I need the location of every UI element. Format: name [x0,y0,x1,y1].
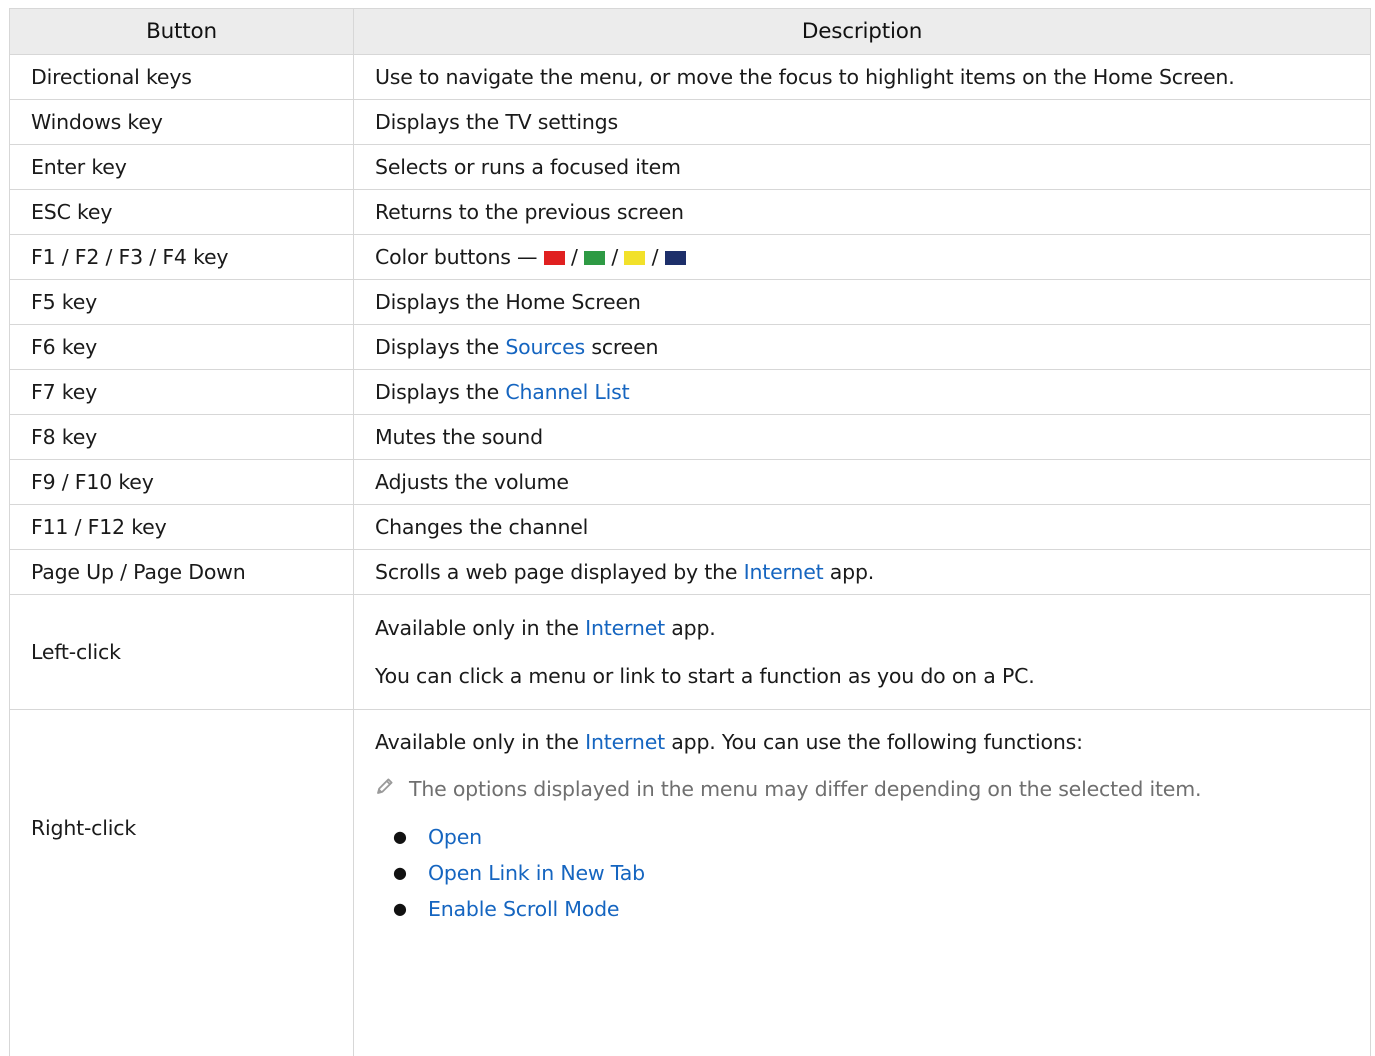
column-header-description: Description [354,9,1371,55]
description-cell: Changes the channel [354,505,1371,550]
table-row: F5 key Displays the Home Screen [10,280,1371,325]
internet-link[interactable]: Internet [744,560,824,584]
description-text: Available only in the [375,616,585,640]
bullet-icon: ● [375,855,428,891]
key-cell: F1 / F2 / F3 / F4 key [10,235,354,280]
description-cell: Color buttons — / / / [354,235,1371,280]
description-paragraph: Available only in the Internet app. You … [375,730,1370,754]
table-row: F6 key Displays the Sources screen [10,325,1371,370]
key-cell: F9 / F10 key [10,460,354,505]
channel-list-link[interactable]: Channel List [505,380,629,404]
note: The options displayed in the menu may di… [375,776,1370,801]
description-text: Scrolls a web page displayed by the [375,560,744,584]
description-paragraph: Available only in the Internet app. [375,616,1370,640]
table-row: Windows key Displays the TV settings [10,100,1371,145]
description-cell: Available only in the Internet app. You … [354,595,1371,710]
description-cell: Displays the Channel List [354,370,1371,415]
bullet-icon: ● [375,819,428,855]
color-buttons-label: Color buttons — [375,245,544,269]
list-item: ●Enable Scroll Mode [375,891,1370,927]
separator: / [565,245,584,269]
enable-scroll-mode-link[interactable]: Enable Scroll Mode [428,891,619,927]
table-row: Left-click Available only in the Interne… [10,595,1371,710]
key-cell: ESC key [10,190,354,235]
internet-link[interactable]: Internet [585,730,665,754]
yellow-swatch-icon [624,251,645,265]
separator: / [645,245,664,269]
key-cell: Left-click [10,595,354,710]
description-cell: Selects or runs a focused item [354,145,1371,190]
internet-link[interactable]: Internet [585,616,665,640]
table-row: ESC key Returns to the previous screen [10,190,1371,235]
description-text: app. [665,616,716,640]
key-cell: Right-click [10,710,354,1056]
red-swatch-icon [544,251,565,265]
open-link[interactable]: Open [428,819,482,855]
key-cell: F5 key [10,280,354,325]
key-cell: F11 / F12 key [10,505,354,550]
key-cell: Directional keys [10,55,354,100]
table-row: F8 key Mutes the sound [10,415,1371,460]
table-row: Page Up / Page Down Scrolls a web page d… [10,550,1371,595]
description-cell: Displays the Home Screen [354,280,1371,325]
table-row: Enter key Selects or runs a focused item [10,145,1371,190]
list-item: ●Open [375,819,1370,855]
description-text: Displays the [375,335,505,359]
description-text: app. [823,560,874,584]
table-row: F11 / F12 key Changes the channel [10,505,1371,550]
table-row: Directional keys Use to navigate the men… [10,55,1371,100]
description-text: Displays the [375,380,505,404]
description-cell: Displays the Sources screen [354,325,1371,370]
description-cell: Returns to the previous screen [354,190,1371,235]
description-text: app. You can use the following functions… [665,730,1083,754]
pencil-icon [375,776,409,801]
separator: / [605,245,624,269]
description-cell: Adjusts the volume [354,460,1371,505]
description-text: Available only in the [375,730,585,754]
description-cell: Available only in the Internet app. You … [354,710,1371,1056]
keyboard-function-table: Button Description Directional keys Use … [9,8,1371,1056]
list-item: ●Open Link in New Tab [375,855,1370,891]
key-cell: F7 key [10,370,354,415]
sources-link[interactable]: Sources [505,335,585,359]
description-cell: Scrolls a web page displayed by the Inte… [354,550,1371,595]
blue-swatch-icon [665,251,686,265]
green-swatch-icon [584,251,605,265]
description-cell: Mutes the sound [354,415,1371,460]
description-paragraph: You can click a menu or link to start a … [375,664,1370,688]
bullet-icon: ● [375,891,428,927]
table-row: Right-click Available only in the Intern… [10,710,1371,1056]
column-header-button: Button [10,9,354,55]
note-text: The options displayed in the menu may di… [409,777,1201,801]
key-cell: F6 key [10,325,354,370]
key-cell: F8 key [10,415,354,460]
table-row: F1 / F2 / F3 / F4 key Color buttons — / … [10,235,1371,280]
description-cell: Displays the TV settings [354,100,1371,145]
key-cell: Enter key [10,145,354,190]
table-row: F7 key Displays the Channel List [10,370,1371,415]
option-list: ●Open ●Open Link in New Tab ●Enable Scro… [375,819,1370,927]
key-cell: Windows key [10,100,354,145]
open-link-in-new-tab-link[interactable]: Open Link in New Tab [428,855,645,891]
table-header-row: Button Description [10,9,1371,55]
description-cell: Use to navigate the menu, or move the fo… [354,55,1371,100]
key-cell: Page Up / Page Down [10,550,354,595]
description-text: screen [585,335,658,359]
table-row: F9 / F10 key Adjusts the volume [10,460,1371,505]
